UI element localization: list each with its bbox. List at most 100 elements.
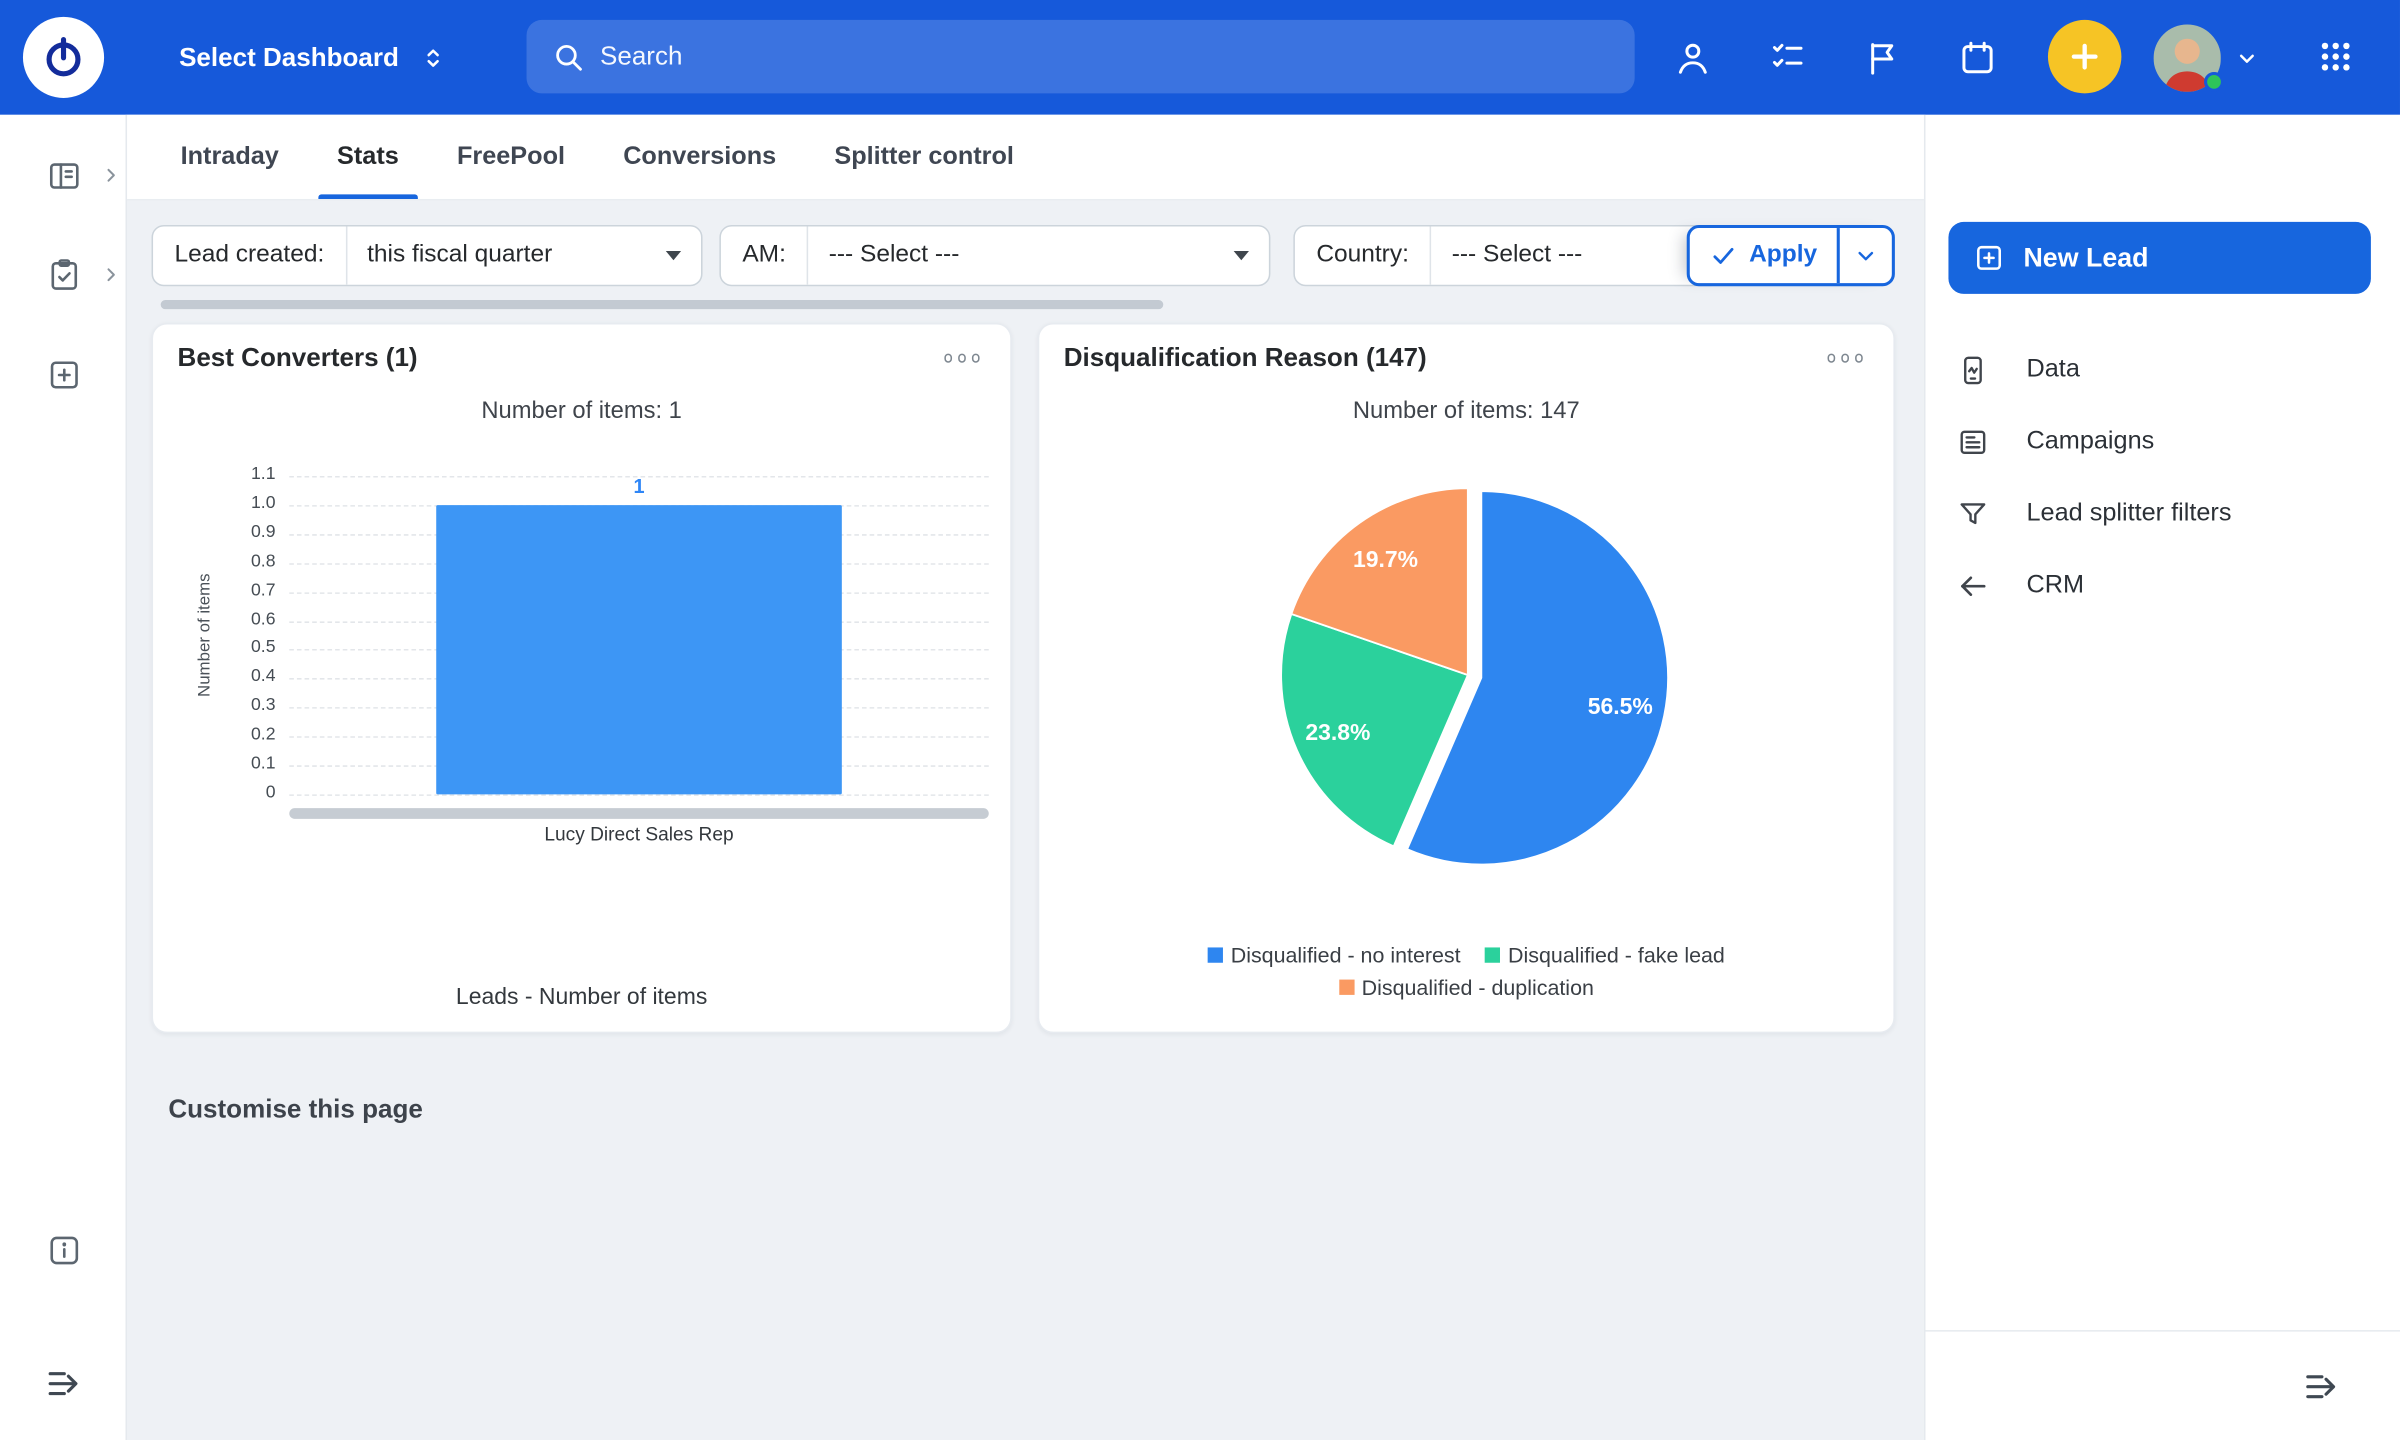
expand-sidebar-icon [44,1364,84,1404]
calendar-button[interactable] [1944,24,2011,91]
new-lead-button[interactable]: New Lead [1948,222,2370,294]
widget-footer: Leads - Number of items [153,984,1010,1010]
bar-lucy-direct-sales-rep[interactable] [436,505,842,794]
sidebar-item-dashboards[interactable] [0,142,127,209]
caret-down-icon [1234,251,1249,260]
y-tick-label: 0.7 [211,581,275,599]
y-tick-label: 0.5 [211,639,275,657]
chevron-right-icon [101,265,121,285]
y-tick-label: 0.3 [211,697,275,715]
search-bar[interactable] [527,20,1635,93]
legend-label: Disqualified - no interest [1231,943,1461,967]
sidebar-collapse-handle[interactable] [0,1350,127,1417]
legend-item-disqualified-fake-lead[interactable]: Disqualified - fake lead [1485,943,1725,967]
data-icon [1956,353,1990,387]
pie-chart: 56.5%23.8%19.7% [1039,324,1893,1031]
collapse-panel-button[interactable] [2288,1353,2355,1420]
activities-button[interactable] [1754,24,1821,91]
y-tick-label: 0.9 [211,523,275,541]
panel-menu: Data Campaigns Lead splitter filters CRM [1925,334,2399,622]
apply-split-button: Apply [1687,225,1895,286]
panel-item-lead-splitter-filters[interactable]: Lead splitter filters [1925,478,2399,550]
chevron-down-icon [2233,44,2261,72]
bar-chart: 00.10.20.30.40.50.60.70.80.91.01.1Number… [153,324,1010,1031]
widget-disqualification-reason: Disqualification Reason (147) Number of … [1038,323,1895,1033]
search-input[interactable] [600,41,1610,72]
apply-button[interactable]: Apply [1690,228,1837,283]
legend-swatch [1208,947,1223,962]
filter-country-label: Country: [1295,227,1432,285]
y-tick-label: 0.1 [211,755,275,773]
campaigns-icon [1956,425,1990,459]
y-tick-label: 0.6 [211,610,275,628]
search-icon [551,40,585,74]
info-icon [45,1232,82,1269]
panel-item-crm[interactable]: CRM [1925,549,2399,621]
sidebar-item-info[interactable] [0,1217,127,1284]
sidebar-item-add-view[interactable] [0,341,127,408]
bar-value-label: 1 [578,474,700,497]
dashboard-selector-label: Select Dashboard [179,42,399,73]
panel-item-label: Lead splitter filters [2027,499,2232,528]
left-sidebar [0,115,127,1440]
filter-country-select[interactable]: --- Select --- [1432,227,1721,285]
legend-item-disqualified-duplication[interactable]: Disqualified - duplication [1339,975,1594,999]
y-tick-label: 0.8 [211,552,275,570]
y-tick-label: 1.1 [211,465,275,483]
user-menu[interactable] [2154,0,2261,115]
panel-item-label: Campaigns [2027,427,2155,456]
pie-slice-label: 56.5% [1588,693,1653,719]
panel-item-label: CRM [2027,571,2085,600]
panel-item-label: Data [2027,355,2080,384]
y-tick-label: 0.2 [211,726,275,744]
flag-icon [1863,37,1903,77]
y-tick-label: 0.4 [211,668,275,686]
filter-am-label: AM: [721,227,809,285]
quick-add-button[interactable] [2048,20,2121,93]
sidebar-item-reports[interactable] [0,242,127,309]
dashboard-selector[interactable]: Select Dashboard [179,0,448,115]
flag-button[interactable] [1849,24,1916,91]
tab-splitter-control[interactable]: Splitter control [831,115,1017,199]
filter-lead-created-label: Lead created: [153,227,347,285]
x-category-label: Lucy Direct Sales Rep [289,823,988,844]
right-panel: New Lead Data Campaigns Lead splitter filt… [1924,115,2400,1440]
y-tick-label: 0 [211,784,275,802]
topbar-icons [1659,0,2011,115]
plus-icon [2065,37,2105,77]
panel-item-campaigns[interactable]: Campaigns [1925,406,2399,478]
filters-scrollbar[interactable] [161,300,1164,309]
caret-down-icon [666,251,681,260]
filter-icon [1956,497,1990,531]
tab-conversions[interactable]: Conversions [620,115,779,199]
pie-legend: Disqualified - no interest Disqualified -… [1101,943,1833,1000]
chart-scrollbar[interactable] [289,808,988,819]
reports-icon [45,257,82,294]
tabs: Intraday Stats FreePool Conversions Splitter… [127,115,1924,201]
legend-item-disqualified-no-interest[interactable]: Disqualified - no interest [1208,943,1461,967]
collapse-panel-icon [2302,1367,2342,1407]
filter-country: Country: --- Select --- [1293,225,1722,286]
power-logo-icon [40,34,87,81]
contacts-button[interactable] [1659,24,1726,91]
y-axis-label: Number of items [196,573,214,697]
filter-lead-created-select[interactable]: this fiscal quarter [347,227,701,285]
widget-best-converters: Best Converters (1) Number of items: 1 0… [152,323,1012,1033]
select-arrows-icon [417,42,448,73]
panel-item-data[interactable]: Data [1925,334,2399,406]
tab-stats[interactable]: Stats [334,115,402,199]
app: Select Dashboard [0,0,2400,1440]
apps-grid-button[interactable] [2302,23,2369,90]
filter-am-select[interactable]: --- Select --- [809,227,1269,285]
online-status-dot [2204,72,2224,92]
check-icon [1709,242,1737,270]
gridline [289,794,988,796]
tab-freepool[interactable]: FreePool [454,115,568,199]
pie-slice-label: 23.8% [1305,719,1370,745]
legend-swatch [1485,947,1500,962]
app-logo[interactable] [23,17,104,98]
customise-page-link[interactable]: Customise this page [168,1094,422,1125]
tab-intraday[interactable]: Intraday [178,115,282,199]
apply-options-button[interactable] [1837,228,1892,283]
topbar: Select Dashboard [0,0,2400,115]
